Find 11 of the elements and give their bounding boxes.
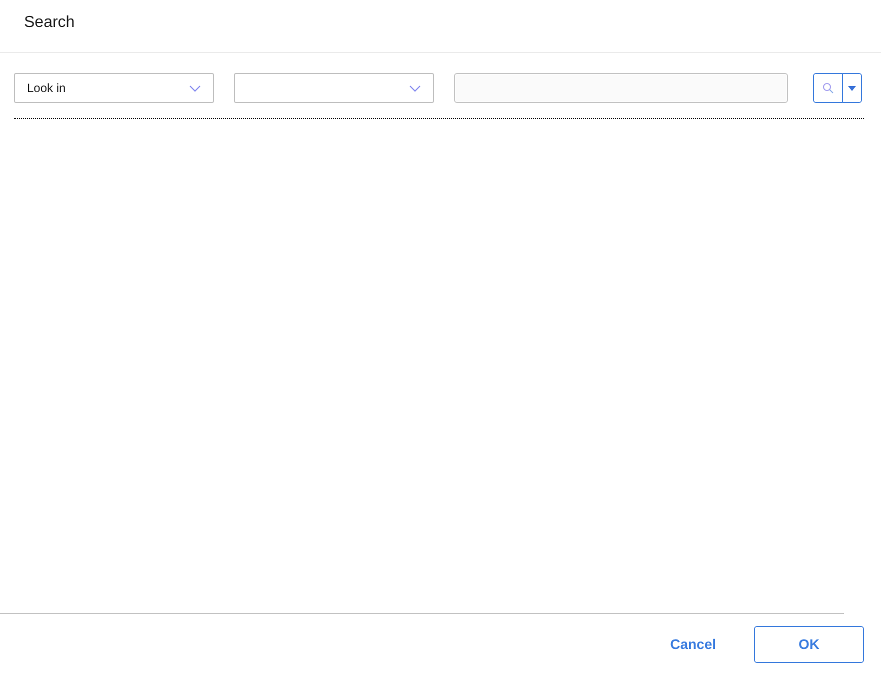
ok-button[interactable]: OK	[754, 626, 864, 662]
cancel-button[interactable]: Cancel	[670, 636, 716, 652]
look-in-dropdown[interactable]: Look in	[14, 73, 214, 103]
caret-down-icon	[848, 86, 856, 90]
dropdown[interactable]	[234, 73, 434, 103]
search-split-button[interactable]	[813, 73, 862, 103]
search-icon	[822, 82, 834, 94]
chevron-down-icon	[189, 84, 201, 92]
dialog-title: Search	[24, 14, 75, 32]
chevron-down-icon	[409, 84, 421, 92]
search-field[interactable]	[454, 73, 788, 103]
